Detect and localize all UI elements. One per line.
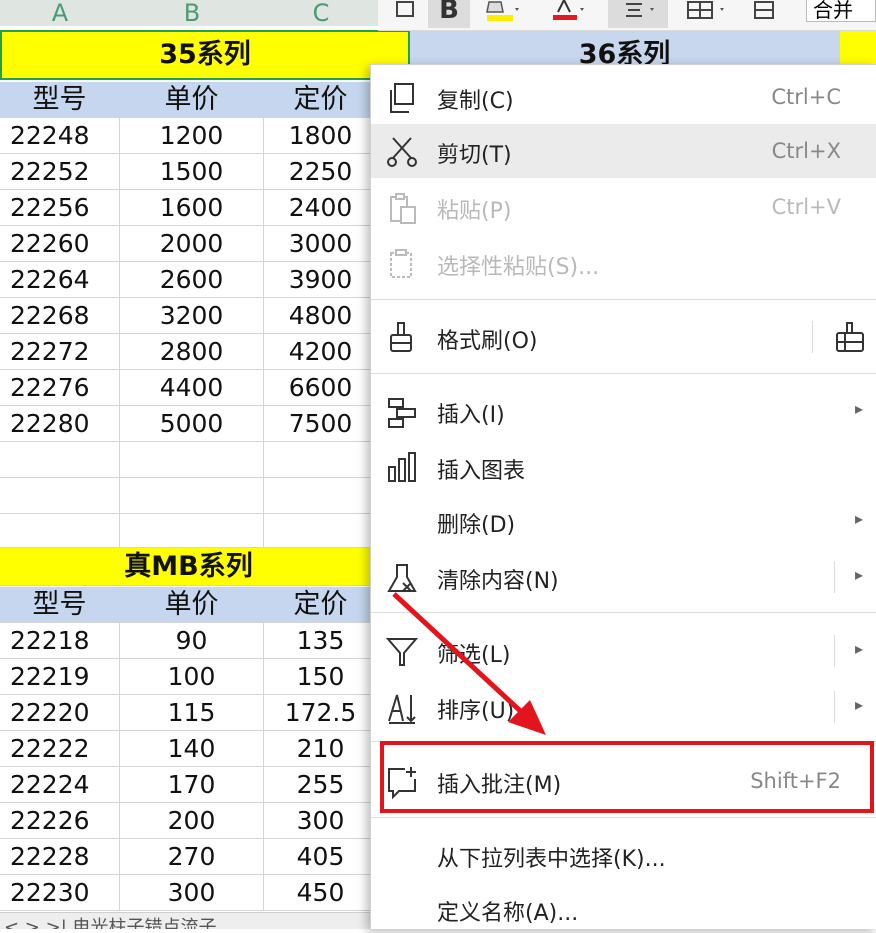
annotation-arrow <box>392 592 546 735</box>
